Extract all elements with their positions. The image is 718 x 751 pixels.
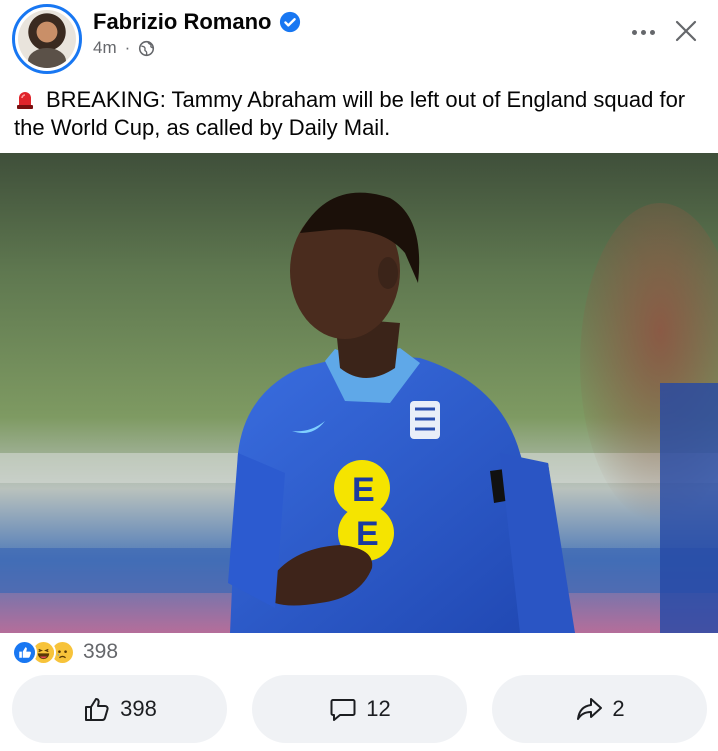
share-icon <box>577 698 603 720</box>
more-dot-icon <box>631 29 637 35</box>
like-button[interactable]: 398 <box>12 675 227 743</box>
like-count: 398 <box>120 696 157 721</box>
post-meta: 4m · <box>93 38 155 58</box>
reactions-summary[interactable]: 398 <box>12 638 118 666</box>
thumbs-up-icon <box>85 698 109 721</box>
close-icon[interactable] <box>672 17 700 45</box>
comment-button[interactable]: 12 <box>252 675 467 743</box>
siren-icon <box>17 92 33 109</box>
share-button[interactable]: 2 <box>492 675 707 743</box>
share-count: 2 <box>612 696 625 721</box>
avatar-image <box>18 10 76 68</box>
verified-badge-icon <box>280 11 301 33</box>
post-photo[interactable]: E E <box>0 153 718 633</box>
more-dot-icon <box>649 29 655 35</box>
more-dot-icon <box>640 29 646 35</box>
post-actions: 398 12 2 <box>0 675 718 745</box>
globe-icon <box>139 40 155 56</box>
like-reaction-icon <box>12 639 37 665</box>
comment-icon <box>330 699 356 721</box>
post-text: BREAKING: Tammy Abraham will be left out… <box>14 86 704 142</box>
author-name-row: Fabrizio Romano <box>93 9 301 35</box>
comment-count: 12 <box>366 696 391 721</box>
player-ear <box>378 257 398 289</box>
more-options-button[interactable] <box>626 20 660 44</box>
reaction-count: 398 <box>83 640 119 663</box>
post-header: Fabrizio Romano 4m · <box>0 0 718 80</box>
post-text-body: BREAKING: Tammy Abraham will be left out… <box>14 87 686 140</box>
post-time[interactable]: 4m <box>93 38 117 58</box>
author-name[interactable]: Fabrizio Romano <box>93 9 271 35</box>
author-avatar[interactable] <box>12 4 82 74</box>
blurred-figure-shirt <box>660 383 718 633</box>
sponsor-letter-top: E <box>352 471 375 509</box>
sponsor-letter-bottom: E <box>356 515 379 553</box>
player-left-sleeve <box>228 453 285 608</box>
meta-separator: · <box>124 38 131 57</box>
